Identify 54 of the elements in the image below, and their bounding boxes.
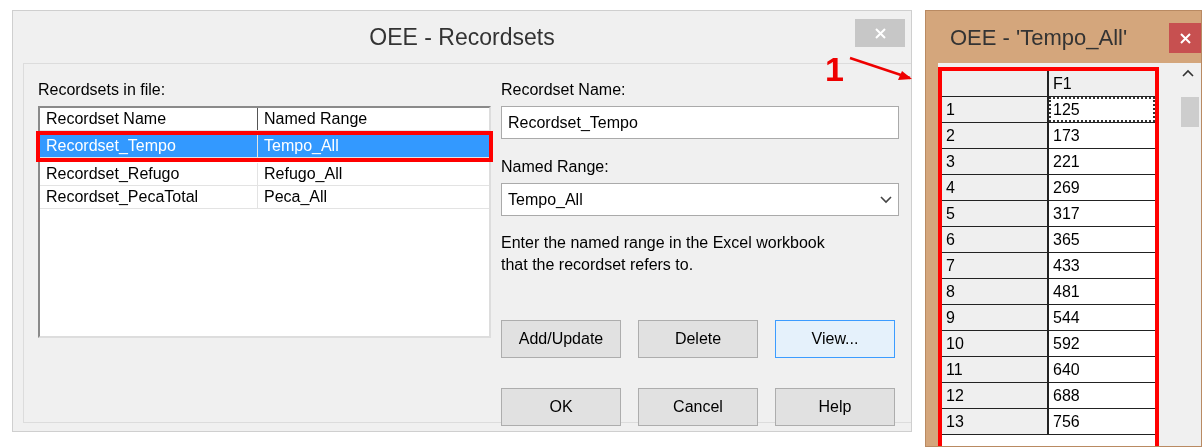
- table-cell[interactable]: 365: [1049, 227, 1156, 252]
- row-header[interactable]: 12: [942, 383, 1049, 408]
- list-row[interactable]: Recordset_PecaTotal Peca_All: [40, 186, 489, 209]
- row-header[interactable]: 6: [942, 227, 1049, 252]
- recordset-list[interactable]: Recordset Name Named Range Recordset_Tempo Tempo_All Recordset_Refugo Refugo_All Recordset_PecaTotal Peca_All: [38, 106, 491, 338]
- row-header[interactable]: 9: [942, 305, 1049, 330]
- scroll-thumb[interactable]: [1181, 97, 1200, 127]
- dropdown-field[interactable]: Tempo_All: [501, 183, 899, 216]
- help-text: Enter the named range in the Excel workbook that the recordset refers to.: [501, 233, 826, 275]
- table-cell[interactable]: 317: [1049, 201, 1156, 226]
- close-button[interactable]: [1169, 23, 1201, 53]
- window-title: OEE - Recordsets: [369, 22, 555, 52]
- dialog-button[interactable]: View...: [775, 320, 895, 358]
- row-header[interactable]: 13: [942, 409, 1049, 434]
- row-header[interactable]: 7: [942, 253, 1049, 278]
- table-cell[interactable]: 756: [1049, 409, 1156, 434]
- table-cell[interactable]: 688: [1049, 383, 1156, 408]
- row-header[interactable]: 2: [942, 123, 1049, 148]
- table-cell[interactable]: 173: [1049, 123, 1156, 148]
- table-cell[interactable]: 544: [1049, 305, 1156, 330]
- row-header[interactable]: 4: [942, 175, 1049, 200]
- row-header[interactable]: 10: [942, 331, 1049, 356]
- field-label: Named Range:: [501, 157, 610, 177]
- row-header[interactable]: 3: [942, 149, 1049, 174]
- dialog-button[interactable]: Help: [775, 388, 895, 426]
- table-cell[interactable]: 125: [1049, 97, 1156, 122]
- table-cell[interactable]: 592: [1049, 331, 1156, 356]
- window-title: OEE - 'Tempo_All': [950, 23, 1128, 52]
- close-icon: [874, 27, 886, 39]
- column-header[interactable]: Named Range: [258, 108, 489, 130]
- table-cell[interactable]: 481: [1049, 279, 1156, 304]
- annotation-number: 1: [825, 52, 844, 86]
- dialog-button[interactable]: Add/Update: [501, 320, 621, 358]
- row-header[interactable]: 8: [942, 279, 1049, 304]
- table-cell[interactable]: 640: [1049, 357, 1156, 382]
- dialog-button[interactable]: Delete: [638, 320, 758, 358]
- close-icon: [1179, 32, 1191, 44]
- table-cell[interactable]: 221: [1049, 149, 1156, 174]
- dialog-button[interactable]: OK: [501, 388, 621, 426]
- table-cell[interactable]: 433: [1049, 253, 1156, 278]
- input-field[interactable]: Recordset_Tempo: [501, 106, 899, 139]
- row-header[interactable]: 11: [942, 357, 1049, 382]
- column-header[interactable]: Recordset Name: [40, 108, 258, 130]
- corner-cell[interactable]: [942, 71, 1049, 96]
- scroll-up-icon[interactable]: [1181, 69, 1196, 77]
- row-header[interactable]: 5: [942, 201, 1049, 226]
- row-header[interactable]: 1: [942, 97, 1049, 122]
- field-label: Recordset Name:: [501, 80, 627, 100]
- column-header[interactable]: F1: [1049, 71, 1156, 96]
- list-label: Recordsets in file:: [38, 80, 167, 100]
- table-cell[interactable]: 269: [1049, 175, 1156, 200]
- chevron-down-icon: [880, 195, 892, 204]
- list-row[interactable]: Recordset_Refugo Refugo_All: [40, 163, 489, 186]
- dialog-button[interactable]: Cancel: [638, 388, 758, 426]
